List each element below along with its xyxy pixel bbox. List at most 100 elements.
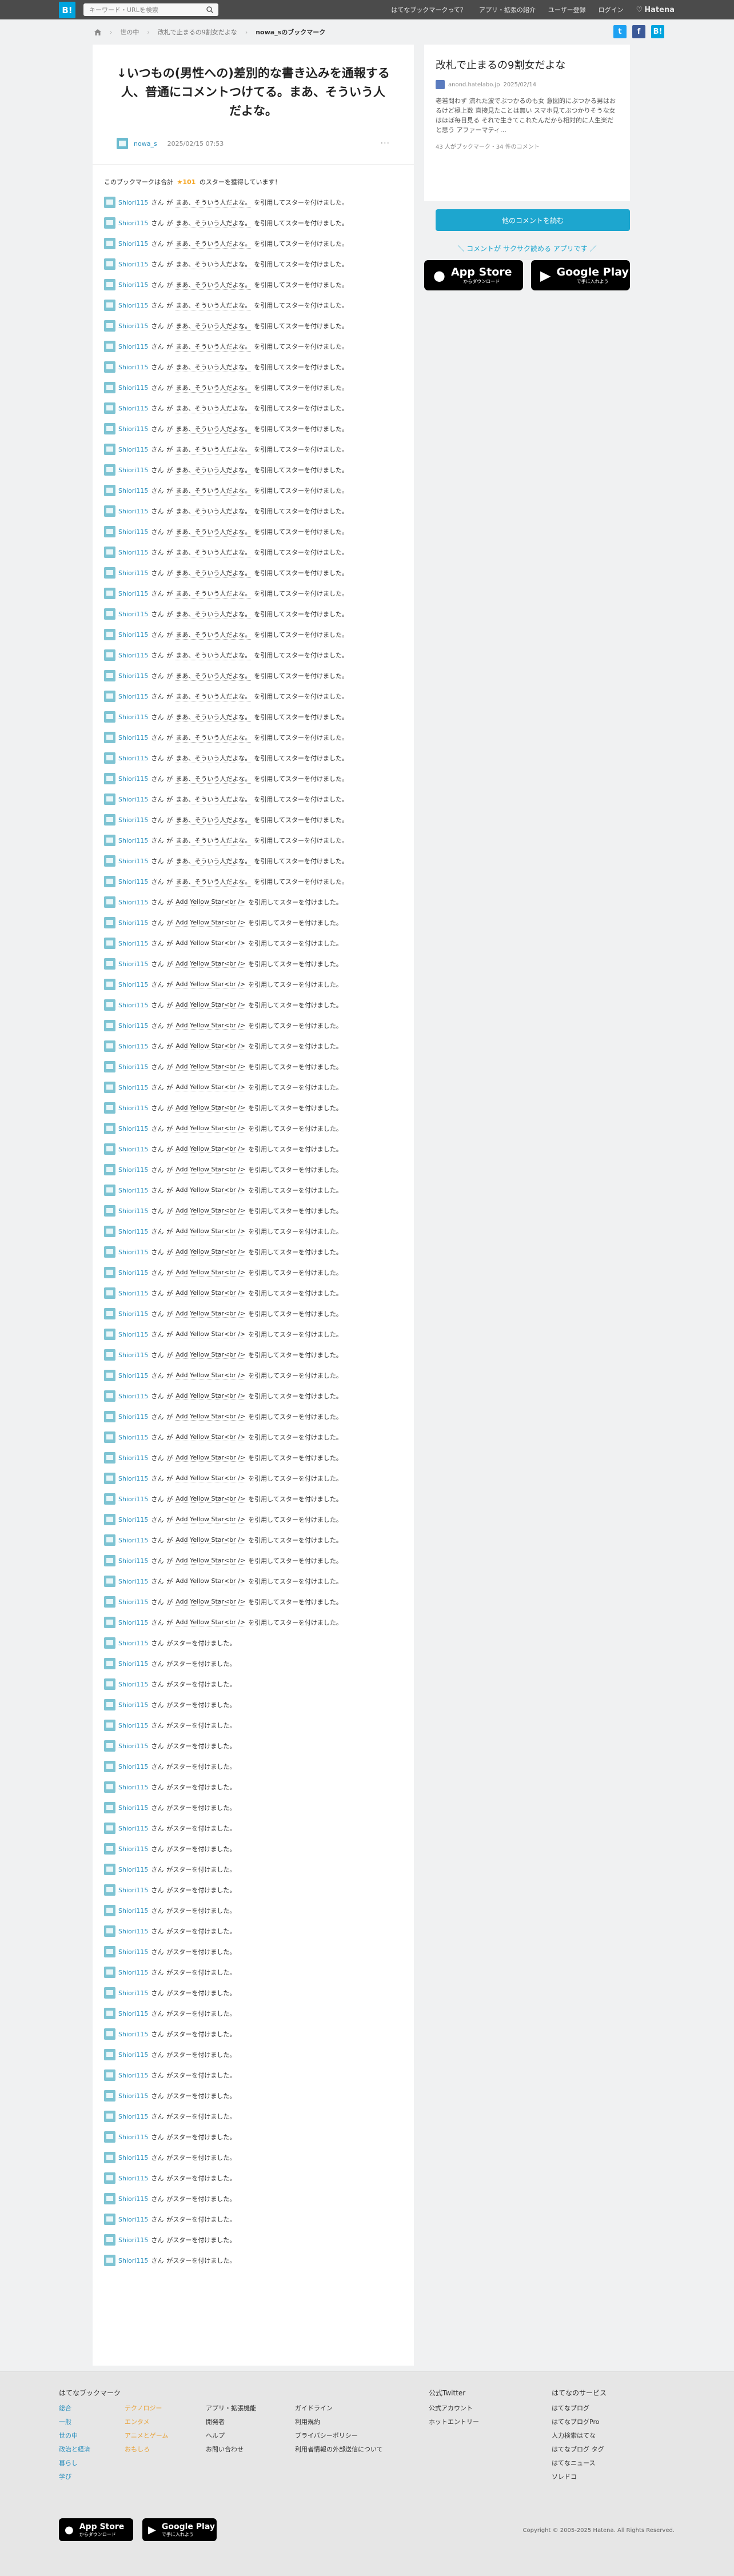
avatar[interactable]: [104, 1637, 115, 1649]
avatar[interactable]: [104, 1534, 115, 1546]
avatar[interactable]: [104, 1390, 115, 1402]
star-user-link[interactable]: Shiori115: [118, 220, 148, 227]
star-user-link[interactable]: Shiori115: [118, 1496, 148, 1503]
avatar[interactable]: [104, 1761, 115, 1772]
star-user-link[interactable]: Shiori115: [118, 1187, 148, 1194]
footer-app-store-badge[interactable]: ● App Store からダウンロード: [59, 2518, 133, 2541]
avatar[interactable]: [104, 896, 115, 908]
star-user-link[interactable]: Shiori115: [118, 1804, 148, 1812]
star-user-link[interactable]: Shiori115: [118, 508, 148, 515]
star-user-link[interactable]: Shiori115: [118, 1722, 148, 1729]
avatar[interactable]: [104, 258, 115, 270]
avatar[interactable]: [104, 2090, 115, 2102]
avatar[interactable]: [104, 2028, 115, 2040]
star-user-link[interactable]: Shiori115: [118, 1907, 148, 1915]
star-user-link[interactable]: Shiori115: [118, 1784, 148, 1791]
star-user-link[interactable]: Shiori115: [118, 1290, 148, 1297]
avatar[interactable]: [104, 2049, 115, 2060]
star-user-link[interactable]: Shiori115: [118, 1619, 148, 1626]
avatar[interactable]: [104, 1802, 115, 1813]
star-user-link[interactable]: Shiori115: [118, 1434, 148, 1441]
footer-link[interactable]: はてなブログPro: [552, 2418, 599, 2426]
avatar[interactable]: [104, 1123, 115, 1134]
avatar[interactable]: [104, 855, 115, 867]
hatena-share-icon[interactable]: B!: [651, 25, 664, 38]
star-user-link[interactable]: Shiori115: [118, 1928, 148, 1935]
footer-link[interactable]: はてなブログ: [552, 2404, 589, 2412]
star-user-link[interactable]: Shiori115: [118, 1557, 148, 1565]
avatar[interactable]: [104, 1143, 115, 1155]
footer-link[interactable]: お問い合わせ: [206, 2446, 244, 2453]
breadcrumb-entry[interactable]: 改札で止まるの9割女だよな: [158, 27, 237, 37]
avatar[interactable]: [104, 773, 115, 784]
avatar[interactable]: [104, 938, 115, 949]
home-icon[interactable]: [94, 29, 102, 36]
footer-category-link[interactable]: 一般: [59, 2418, 71, 2426]
star-user-link[interactable]: Shiori115: [118, 384, 148, 392]
avatar[interactable]: [104, 1514, 115, 1525]
star-user-link[interactable]: Shiori115: [118, 878, 148, 886]
avatar[interactable]: [104, 1967, 115, 1978]
star-user-link[interactable]: Shiori115: [118, 796, 148, 803]
star-user-link[interactable]: Shiori115: [118, 1516, 148, 1524]
avatar[interactable]: [104, 1678, 115, 1690]
apps-link[interactable]: アプリ・拡張の紹介: [479, 5, 536, 14]
google-play-badge[interactable]: ▶ Google Play で手に入れよう: [531, 260, 630, 290]
avatar[interactable]: [104, 917, 115, 928]
avatar[interactable]: [104, 670, 115, 681]
avatar[interactable]: [104, 1946, 115, 1957]
avatar[interactable]: [104, 1493, 115, 1505]
avatar[interactable]: [104, 300, 115, 311]
star-user-link[interactable]: Shiori115: [118, 1454, 148, 1462]
entry-card-title[interactable]: 改札で止まるの9割女だよな: [436, 57, 619, 72]
avatar[interactable]: [104, 2234, 115, 2246]
star-user-link[interactable]: Shiori115: [118, 775, 148, 783]
avatar[interactable]: [104, 1987, 115, 1999]
avatar[interactable]: [104, 1925, 115, 1937]
avatar[interactable]: [104, 793, 115, 805]
star-user-link[interactable]: Shiori115: [118, 2134, 148, 2141]
star-user-link[interactable]: Shiori115: [118, 1125, 148, 1133]
avatar[interactable]: [104, 1596, 115, 1608]
avatar[interactable]: [104, 752, 115, 764]
avatar[interactable]: [104, 1205, 115, 1217]
avatar[interactable]: [104, 608, 115, 620]
entry-card-stats[interactable]: 43 人がブックマーク・34 件のコメント: [436, 142, 619, 150]
avatar[interactable]: [104, 691, 115, 702]
avatar[interactable]: [104, 423, 115, 434]
avatar[interactable]: [104, 1287, 115, 1299]
star-user-link[interactable]: Shiori115: [118, 1640, 148, 1647]
avatar[interactable]: [104, 814, 115, 826]
footer-link[interactable]: ガイドライン: [295, 2404, 333, 2412]
star-user-link[interactable]: Shiori115: [118, 1969, 148, 1976]
avatar[interactable]: [104, 1431, 115, 1443]
star-user-link[interactable]: Shiori115: [118, 1002, 148, 1009]
search-input[interactable]: [83, 6, 198, 14]
star-user-link[interactable]: Shiori115: [118, 1249, 148, 1256]
star-user-link[interactable]: Shiori115: [118, 981, 148, 988]
star-user-link[interactable]: Shiori115: [118, 2010, 148, 2017]
star-user-link[interactable]: Shiori115: [118, 2195, 148, 2203]
footer-google-play-badge[interactable]: ▶ Google Play で手に入れよう: [142, 2518, 217, 2541]
star-user-link[interactable]: Shiori115: [118, 919, 148, 927]
avatar[interactable]: [104, 341, 115, 352]
avatar[interactable]: [104, 1576, 115, 1587]
star-user-link[interactable]: Shiori115: [118, 1475, 148, 1482]
entry-card-source[interactable]: anond.hatelabo.jp: [448, 82, 500, 88]
avatar[interactable]: [104, 835, 115, 846]
star-user-link[interactable]: Shiori115: [118, 816, 148, 824]
avatar[interactable]: [104, 1658, 115, 1669]
star-user-link[interactable]: Shiori115: [118, 1701, 148, 1709]
star-user-link[interactable]: Shiori115: [118, 960, 148, 968]
avatar[interactable]: [104, 1864, 115, 1875]
star-user-link[interactable]: Shiori115: [118, 1989, 148, 1997]
star-user-link[interactable]: Shiori115: [118, 1228, 148, 1235]
search-icon[interactable]: [206, 6, 214, 14]
star-user-link[interactable]: Shiori115: [118, 528, 148, 536]
star-user-link[interactable]: Shiori115: [118, 858, 148, 865]
avatar[interactable]: [104, 732, 115, 743]
avatar[interactable]: [104, 505, 115, 517]
star-user-link[interactable]: Shiori115: [118, 1043, 148, 1050]
star-user-link[interactable]: Shiori115: [118, 1537, 148, 1544]
avatar[interactable]: [104, 1699, 115, 1710]
